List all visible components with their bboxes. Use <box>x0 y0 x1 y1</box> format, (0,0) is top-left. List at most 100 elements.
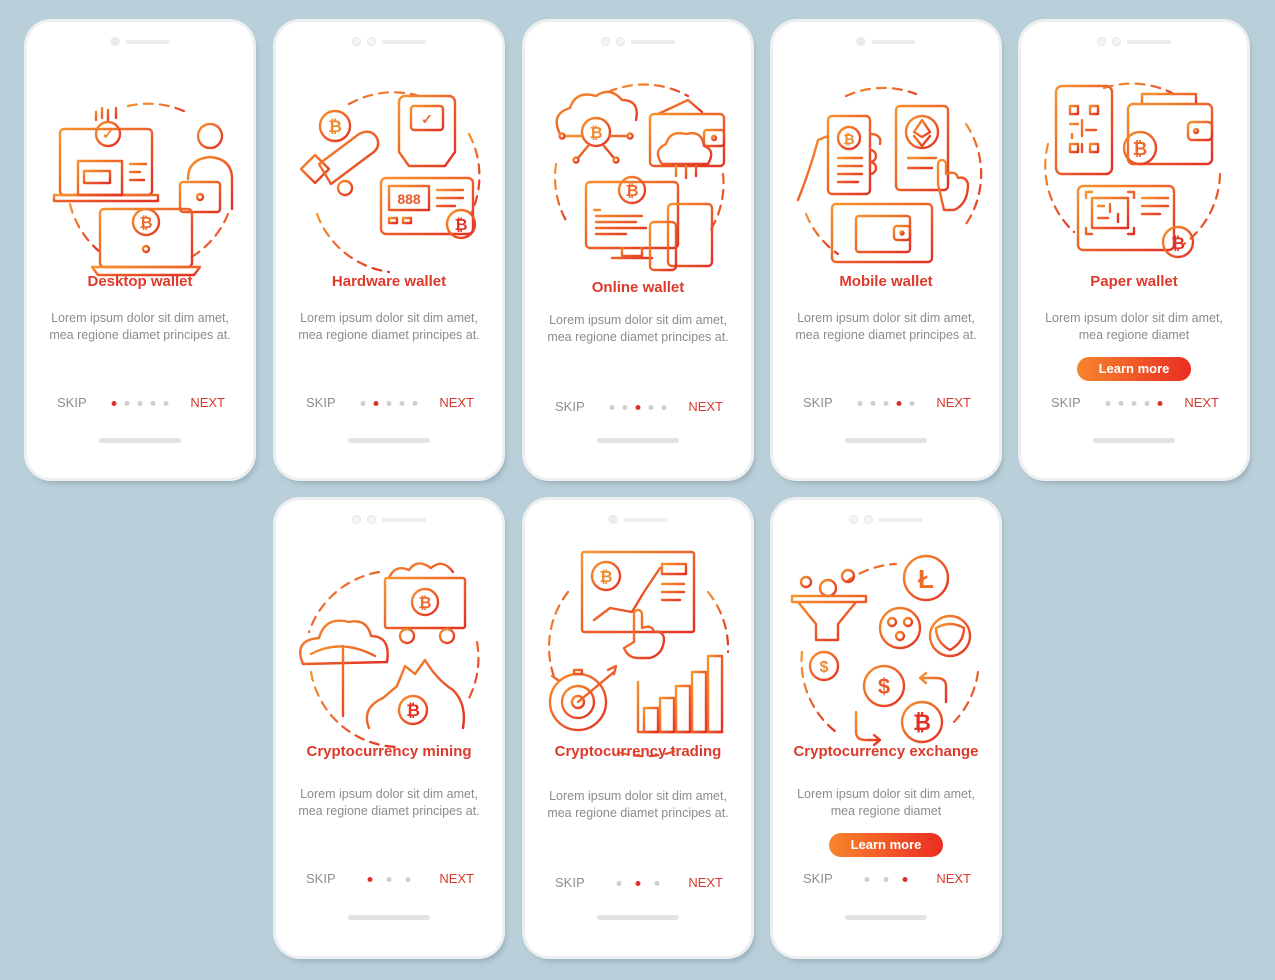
check-icon: ✓ <box>102 126 114 142</box>
page-dot-active[interactable] <box>367 876 373 882</box>
camera-dot <box>601 37 610 46</box>
tablet-phone-icon <box>648 202 714 272</box>
next-button[interactable]: NEXT <box>439 870 474 888</box>
camera-dot <box>367 515 376 524</box>
page-dot-active[interactable] <box>1157 400 1163 406</box>
page-dot-active[interactable] <box>902 876 908 882</box>
skip-button[interactable]: SKIP <box>1051 394 1081 412</box>
page-dot[interactable] <box>648 404 654 410</box>
page-indicator <box>864 870 908 888</box>
next-button[interactable]: NEXT <box>688 398 723 416</box>
next-button[interactable]: NEXT <box>688 874 723 892</box>
bitcoin-icon: ₿ <box>406 701 420 720</box>
screen-crypto-trading: ₿ Cryptocurrency trading Lorem ipsum dol… <box>525 500 751 956</box>
speaker-slot <box>631 39 675 44</box>
page-dot[interactable] <box>857 400 863 406</box>
dollar-icon: $ <box>820 659 829 676</box>
next-button[interactable]: NEXT <box>936 394 971 412</box>
page-dot[interactable] <box>909 400 915 406</box>
page-dot[interactable] <box>864 876 870 882</box>
speaker-slot <box>1127 39 1171 44</box>
skip-button[interactable]: SKIP <box>803 870 833 888</box>
wallet-cloud-icon <box>648 98 726 180</box>
learn-more-button[interactable]: Learn more <box>829 833 943 857</box>
page-dot-active[interactable] <box>373 400 379 406</box>
screen-title: Paper wallet <box>1090 273 1178 290</box>
page-dot[interactable] <box>163 400 169 406</box>
card-reader-icon: 888 ₿ <box>379 176 477 240</box>
page-dot[interactable] <box>654 880 660 886</box>
skip-button[interactable]: SKIP <box>57 394 87 412</box>
chart-board-bitcoin-icon: ₿ <box>580 550 696 660</box>
page-dot[interactable] <box>386 876 392 882</box>
pagination-row: SKIP NEXT <box>276 870 502 888</box>
camera-dot <box>864 515 873 524</box>
page-dot-active[interactable] <box>635 880 641 886</box>
screen-description: Lorem ipsum dolor sit dim amet, mea regi… <box>49 311 231 342</box>
dollar-icon: $ <box>878 674 890 699</box>
page-dot-active[interactable] <box>896 400 902 406</box>
next-button[interactable]: NEXT <box>936 870 971 888</box>
page-dot[interactable] <box>412 400 418 406</box>
speaker-slot <box>382 39 426 44</box>
page-dot[interactable] <box>883 400 889 406</box>
wallet-bitcoin-icon: ₿ <box>1122 92 1214 166</box>
user-with-laptop-icon <box>178 122 234 214</box>
skip-button[interactable]: SKIP <box>306 394 336 412</box>
pagination-row: SKIP NEXT <box>773 870 999 888</box>
page-dot[interactable] <box>1144 400 1150 406</box>
page-dot[interactable] <box>150 400 156 406</box>
skip-button[interactable]: SKIP <box>555 398 585 416</box>
skip-button[interactable]: SKIP <box>803 394 833 412</box>
page-dot[interactable] <box>124 400 130 406</box>
screen-mobile-wallet: ₿ Mobile wallet Lorem ipsum dolor sit di… <box>773 22 999 478</box>
next-button[interactable]: NEXT <box>439 394 474 412</box>
page-indicator <box>1105 394 1163 412</box>
stopwatch-target-icon <box>548 664 618 732</box>
bitcoin-coin-icon: ₿ <box>900 700 944 744</box>
home-indicator <box>597 915 679 920</box>
page-dot[interactable] <box>399 400 405 406</box>
page-dot[interactable] <box>137 400 143 406</box>
cloud-bitcoin-network-icon: ₿ <box>555 90 638 164</box>
litecoin-glyph: Ł <box>918 564 934 594</box>
page-dot-active[interactable] <box>635 404 641 410</box>
skip-button[interactable]: SKIP <box>555 874 585 892</box>
learn-more-button[interactable]: Learn more <box>1077 357 1191 381</box>
next-button[interactable]: NEXT <box>1184 394 1219 412</box>
page-dot[interactable] <box>1131 400 1137 406</box>
paper-qr-card-icon: ₿ <box>1076 184 1195 259</box>
screen-title: Online wallet <box>591 279 685 296</box>
mine-cart-bitcoin-icon: ₿ <box>379 562 473 645</box>
speaker-slot <box>623 517 668 522</box>
camera-dot <box>849 515 858 524</box>
page-dot[interactable] <box>1118 400 1124 406</box>
page-indicator <box>111 394 169 412</box>
page-dot[interactable] <box>883 876 889 882</box>
skip-button[interactable]: SKIP <box>306 870 336 888</box>
page-dot[interactable] <box>360 400 366 406</box>
bitcoin-icon: ₿ <box>1133 139 1148 159</box>
page-dot[interactable] <box>386 400 392 406</box>
page-dot[interactable] <box>609 404 615 410</box>
page-dot[interactable] <box>661 404 667 410</box>
page-dot[interactable] <box>1105 400 1111 406</box>
phone-speaker <box>1097 37 1171 46</box>
mountain-bitcoin-icon: ₿ <box>365 658 466 730</box>
bitcoin-icon: ₿ <box>913 710 931 735</box>
page-dot[interactable] <box>622 404 628 410</box>
next-button[interactable]: NEXT <box>190 394 225 412</box>
page-dot[interactable] <box>405 876 411 882</box>
phone-speaker <box>608 515 668 524</box>
screen-description: Lorem ipsum dolor sit dim amet, mea regi… <box>547 313 729 344</box>
page-dot[interactable] <box>616 880 622 886</box>
bitcoin-icon: ₿ <box>139 214 152 232</box>
speaker-slot <box>382 517 426 522</box>
bitcoin-icon: ₿ <box>418 594 431 612</box>
speaker-slot <box>879 517 923 522</box>
phone-speaker <box>856 37 916 46</box>
hardware-wallet-illustration: ₿ ✓ 888 ₿ <box>289 74 489 279</box>
home-indicator <box>1093 438 1175 443</box>
page-dot[interactable] <box>870 400 876 406</box>
page-dot-active[interactable] <box>111 400 117 406</box>
